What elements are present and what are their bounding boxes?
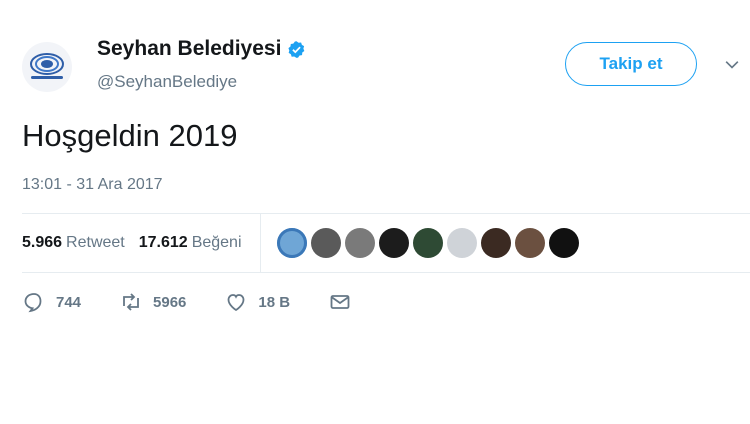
engagement-stats: 5.966 Retweet 17.612 Beğeni (22, 214, 750, 272)
retweet-button[interactable]: 5966 (119, 290, 186, 314)
envelope-icon (330, 295, 350, 309)
reply-count: 744 (56, 293, 82, 311)
handle[interactable]: @SeyhanBelediye (97, 72, 237, 92)
divider-bottom (22, 272, 750, 273)
like-action-count: 18 B (258, 293, 291, 311)
display-name[interactable]: Seyhan Belediyesi (97, 37, 306, 61)
liker-avatars (276, 228, 579, 258)
verified-badge-icon (288, 40, 305, 58)
retweet-action-count: 5966 (153, 293, 187, 311)
like-label: Beğeni (191, 234, 242, 251)
reply-button[interactable]: 744 (22, 290, 81, 314)
chevron-down-icon[interactable] (722, 55, 742, 75)
heart-icon (228, 294, 245, 312)
like-button[interactable]: 18 B (224, 290, 290, 314)
action-bar: 744 5966 18 B (22, 290, 390, 314)
liker-avatar[interactable] (548, 228, 579, 258)
liker-avatar[interactable] (412, 228, 443, 258)
retweet-count: 5.966 (22, 234, 63, 251)
liker-avatar[interactable] (446, 228, 477, 258)
seyhan-logo-icon (30, 53, 64, 79)
liker-avatar[interactable] (310, 228, 341, 258)
reply-icon (24, 293, 42, 313)
retweet-icon (123, 293, 139, 311)
liker-avatar[interactable] (480, 228, 511, 258)
retweet-stat[interactable]: 5.966 Retweet (22, 234, 125, 252)
tweet-text: Hoşgeldin 2019 (22, 118, 238, 153)
liker-avatar[interactable] (378, 228, 409, 258)
liker-avatar[interactable] (276, 228, 307, 258)
stats-separator (259, 214, 261, 272)
message-button[interactable] (328, 290, 352, 314)
like-stat[interactable]: 17.612 Beğeni (139, 234, 242, 252)
retweet-label: Retweet (66, 234, 125, 251)
like-count: 17.612 (138, 234, 188, 251)
avatar[interactable] (22, 42, 72, 92)
liker-avatar[interactable] (344, 228, 375, 258)
follow-button[interactable]: Takip et (565, 42, 697, 86)
display-name-text: Seyhan Belediyesi (97, 37, 282, 60)
liker-avatar[interactable] (514, 228, 545, 258)
timestamp[interactable]: 13:01 - 31 Ara 2017 (22, 176, 163, 194)
